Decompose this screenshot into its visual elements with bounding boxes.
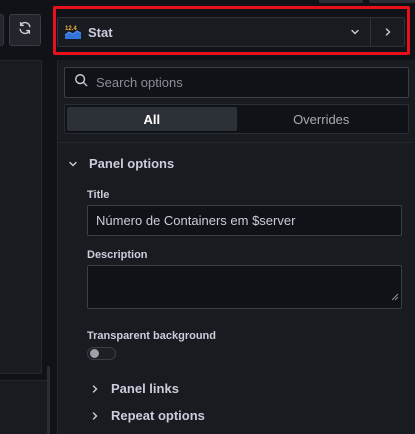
visualization-name: Stat [88,24,113,40]
chevron-right-icon [89,411,101,421]
title-field[interactable] [87,205,402,236]
search-options-box[interactable] [64,67,409,98]
description-label: Description [87,249,148,261]
panel-preview-area [0,60,42,374]
section-title: Repeat options [111,408,205,423]
tab-overrides[interactable]: Overrides [237,107,407,131]
toolbar-button-partial[interactable] [0,14,4,46]
stat-icon-number: 12.4 [65,26,77,32]
chevron-down-icon [67,159,79,169]
chevron-right-icon [89,384,101,394]
section-title: Panel options [89,156,175,171]
tab-all[interactable]: All [67,107,237,131]
title-label: Title [87,189,110,201]
section-title: Panel links [111,381,179,396]
stat-viz-icon: 12.4 [64,24,82,40]
visualization-select[interactable]: 12.4 Stat [58,18,340,46]
query-editor-area [0,380,50,434]
toggle-knob [90,349,99,358]
search-input[interactable] [96,75,396,90]
refresh-icon [18,21,32,40]
search-icon [74,73,88,92]
divider [57,142,415,143]
resize-grip-icon[interactable] [391,288,399,306]
visualization-picker[interactable]: 12.4 Stat [57,17,405,47]
panel-links-header[interactable]: Panel links [89,381,179,396]
description-field[interactable] [87,265,402,309]
chevron-down-icon[interactable] [340,27,370,37]
scrollbar[interactable] [47,366,50,434]
panel-options-header[interactable]: Panel options [67,156,174,171]
chevron-right-icon[interactable] [370,18,404,46]
transparent-background-toggle[interactable] [87,347,116,360]
refresh-button[interactable] [9,14,41,46]
options-view-toggle[interactable]: All Overrides [64,104,409,134]
repeat-options-header[interactable]: Repeat options [89,408,205,423]
top-tab-edge[interactable] [319,0,363,3]
transparent-label: Transparent background [87,330,216,342]
top-tab-edge[interactable] [369,0,415,3]
